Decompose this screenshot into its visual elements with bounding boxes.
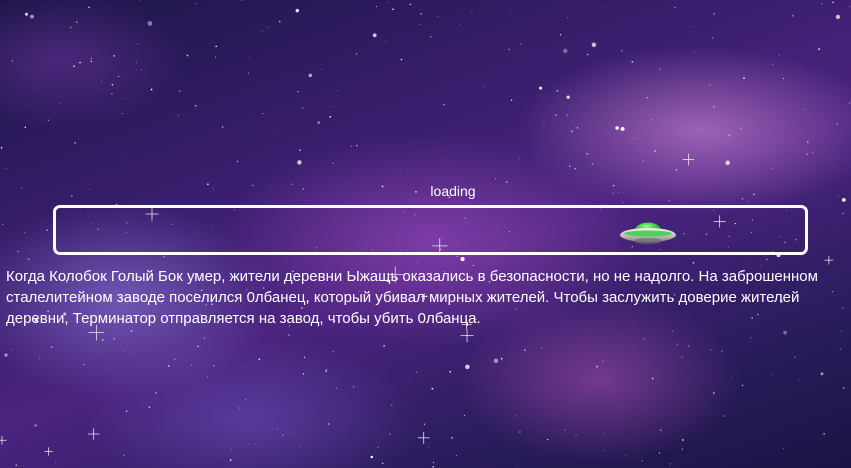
loading-progress-bar bbox=[53, 205, 808, 255]
ufo-icon bbox=[620, 222, 676, 244]
loading-label: loading bbox=[430, 183, 476, 199]
progress-fill bbox=[56, 208, 648, 252]
story-text: Когда Колобок Голый Бок умер, жители дер… bbox=[6, 268, 818, 327]
